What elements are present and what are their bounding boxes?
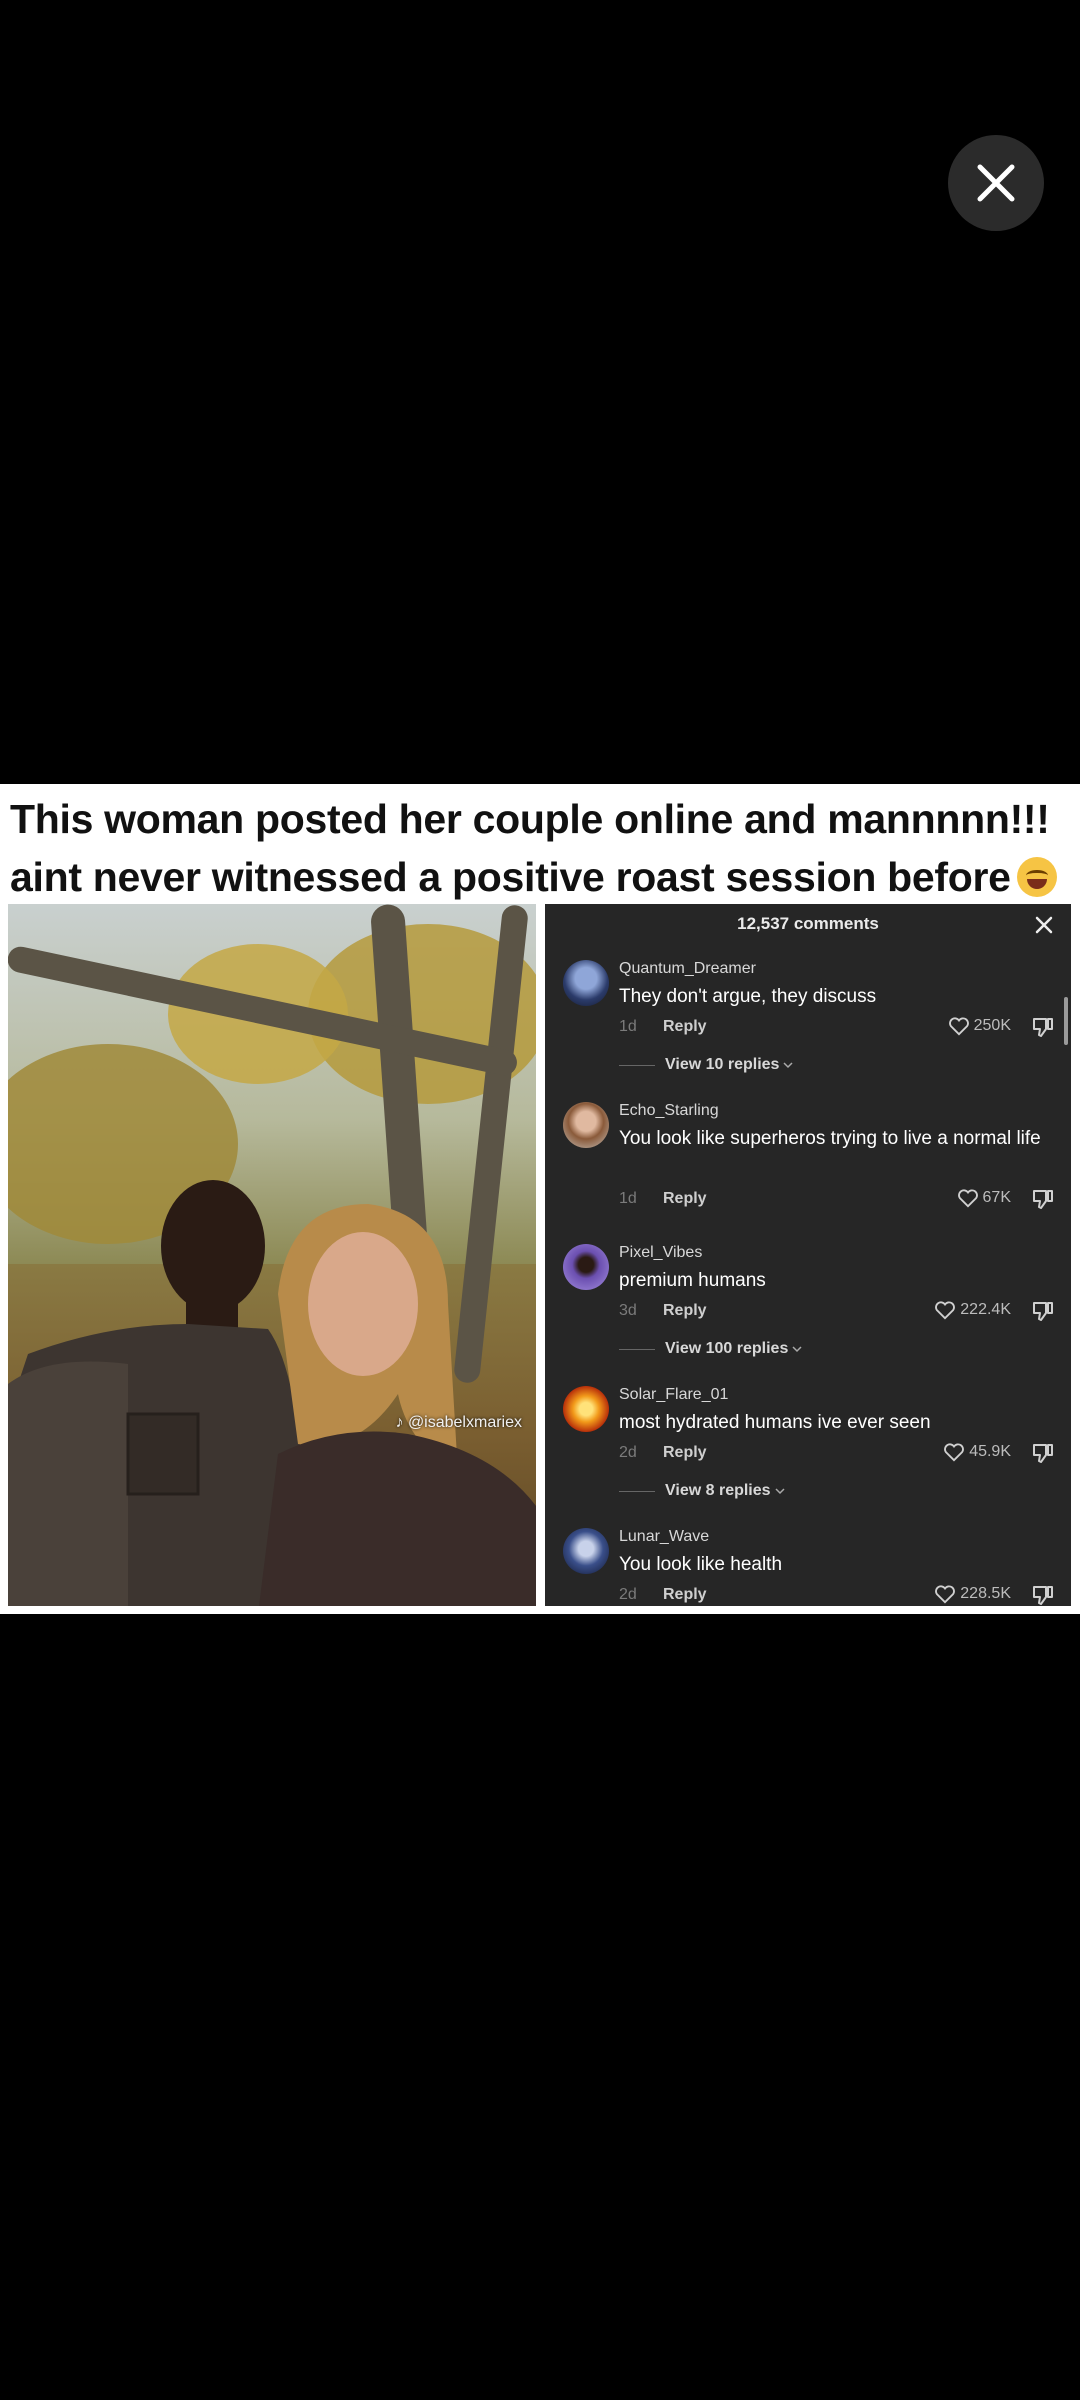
like-count: 45.9K — [969, 1443, 1011, 1460]
post-image: This woman posted her couple online and … — [0, 784, 1080, 1614]
like-count: 250K — [973, 1017, 1011, 1034]
like-button[interactable]: 250K — [948, 1016, 1011, 1036]
dislike-icon[interactable] — [1031, 1300, 1055, 1322]
laughing-emoji-icon — [1016, 857, 1057, 897]
comments-close-button[interactable] — [1031, 912, 1057, 938]
comment-username[interactable]: Solar_Flare_01 — [619, 1386, 728, 1404]
comment-item: Lunar_Wave You look like health 2d Reply… — [545, 1528, 1071, 1606]
view-replies-button[interactable]: View 10 replies — [619, 1056, 793, 1074]
comments-panel: 12,537 comments Quantum_Dreamer They don… — [545, 904, 1071, 1606]
reply-button[interactable]: Reply — [663, 1302, 707, 1320]
comment-username[interactable]: Echo_Starling — [619, 1102, 719, 1120]
close-icon — [977, 164, 1015, 202]
comments-header: 12,537 comments — [545, 904, 1071, 946]
view-replies-button[interactable]: View 100 replies — [619, 1340, 802, 1358]
comment-item: Quantum_Dreamer They don't argue, they d… — [545, 960, 1071, 1100]
view-replies-label: View 100 replies — [665, 1340, 789, 1357]
heart-icon — [935, 1585, 956, 1604]
dislike-icon[interactable] — [1031, 1188, 1055, 1210]
like-button[interactable]: 228.5K — [934, 1584, 1011, 1604]
comment-age: 1d — [619, 1190, 637, 1207]
woman-figure — [259, 1204, 536, 1606]
like-button[interactable]: 45.9K — [943, 1442, 1011, 1462]
reply-button[interactable]: Reply — [663, 1018, 707, 1036]
replies-divider — [619, 1490, 655, 1492]
watermark: ♪ @isabelxmariex — [395, 1414, 522, 1432]
caption-line-2: aint never witnessed a positive roast se… — [10, 848, 1070, 906]
comment-text: You look like health — [619, 1554, 783, 1575]
comment-item: Solar_Flare_01 most hydrated humans ive … — [545, 1386, 1071, 1526]
comment-item: Pixel_Vibes premium humans 3d Reply 222.… — [545, 1244, 1071, 1384]
replies-divider — [619, 1064, 655, 1066]
comment-age: 3d — [619, 1302, 637, 1319]
comment-username[interactable]: Pixel_Vibes — [619, 1244, 702, 1262]
watermark-handle: @isabelxmariex — [407, 1414, 522, 1431]
chevron-down-icon — [775, 1488, 785, 1495]
post-caption: This woman posted her couple online and … — [10, 790, 1070, 906]
avatar[interactable] — [563, 1528, 609, 1574]
caption-line-2-text: aint never witnessed a positive roast se… — [10, 854, 1011, 900]
dislike-icon[interactable] — [1031, 1016, 1055, 1038]
like-button[interactable]: 67K — [957, 1188, 1011, 1208]
caption-line-1: This woman posted her couple online and … — [10, 796, 1050, 842]
comments-count: 12,537 comments — [737, 914, 879, 933]
replies-divider — [619, 1348, 655, 1350]
tiktok-icon: ♪ — [395, 1414, 404, 1431]
avatar[interactable] — [563, 960, 609, 1006]
close-button[interactable] — [948, 135, 1044, 231]
dislike-icon[interactable] — [1031, 1442, 1055, 1464]
avatar[interactable] — [563, 1102, 609, 1148]
comment-text: They don't argue, they discuss — [619, 986, 877, 1007]
comment-username[interactable]: Lunar_Wave — [619, 1528, 709, 1546]
heart-icon — [935, 1301, 956, 1320]
comment-text: premium humans — [619, 1270, 766, 1291]
reply-button[interactable]: Reply — [663, 1190, 707, 1208]
heart-icon — [944, 1443, 965, 1462]
close-icon — [1035, 916, 1053, 934]
comment-age: 1d — [619, 1018, 637, 1035]
view-replies-label: View 8 replies — [665, 1482, 771, 1499]
heart-icon — [948, 1017, 969, 1036]
comment-text: most hydrated humans ive ever seen — [619, 1412, 931, 1433]
avatar[interactable] — [563, 1386, 609, 1432]
view-replies-label: View 10 replies — [665, 1056, 780, 1073]
comment-age: 2d — [619, 1586, 637, 1603]
heart-icon — [957, 1189, 978, 1208]
comment-username[interactable]: Quantum_Dreamer — [619, 960, 756, 978]
like-count: 67K — [982, 1189, 1011, 1206]
chevron-down-icon — [792, 1346, 802, 1353]
couple-photo: ♪ @isabelxmariex — [8, 904, 536, 1606]
like-button[interactable]: 222.4K — [934, 1300, 1011, 1320]
comment-item: Echo_Starling You look like superheros t… — [545, 1102, 1071, 1232]
view-replies-button[interactable]: View 8 replies — [619, 1482, 785, 1500]
comment-age: 2d — [619, 1444, 637, 1461]
comment-text: You look like superheros trying to live … — [619, 1128, 1041, 1149]
like-count: 222.4K — [960, 1301, 1011, 1318]
like-count: 228.5K — [960, 1585, 1011, 1602]
reply-button[interactable]: Reply — [663, 1444, 707, 1462]
chevron-down-icon — [783, 1062, 793, 1069]
dislike-icon[interactable] — [1031, 1584, 1055, 1606]
avatar[interactable] — [563, 1244, 609, 1290]
reply-button[interactable]: Reply — [663, 1586, 707, 1604]
